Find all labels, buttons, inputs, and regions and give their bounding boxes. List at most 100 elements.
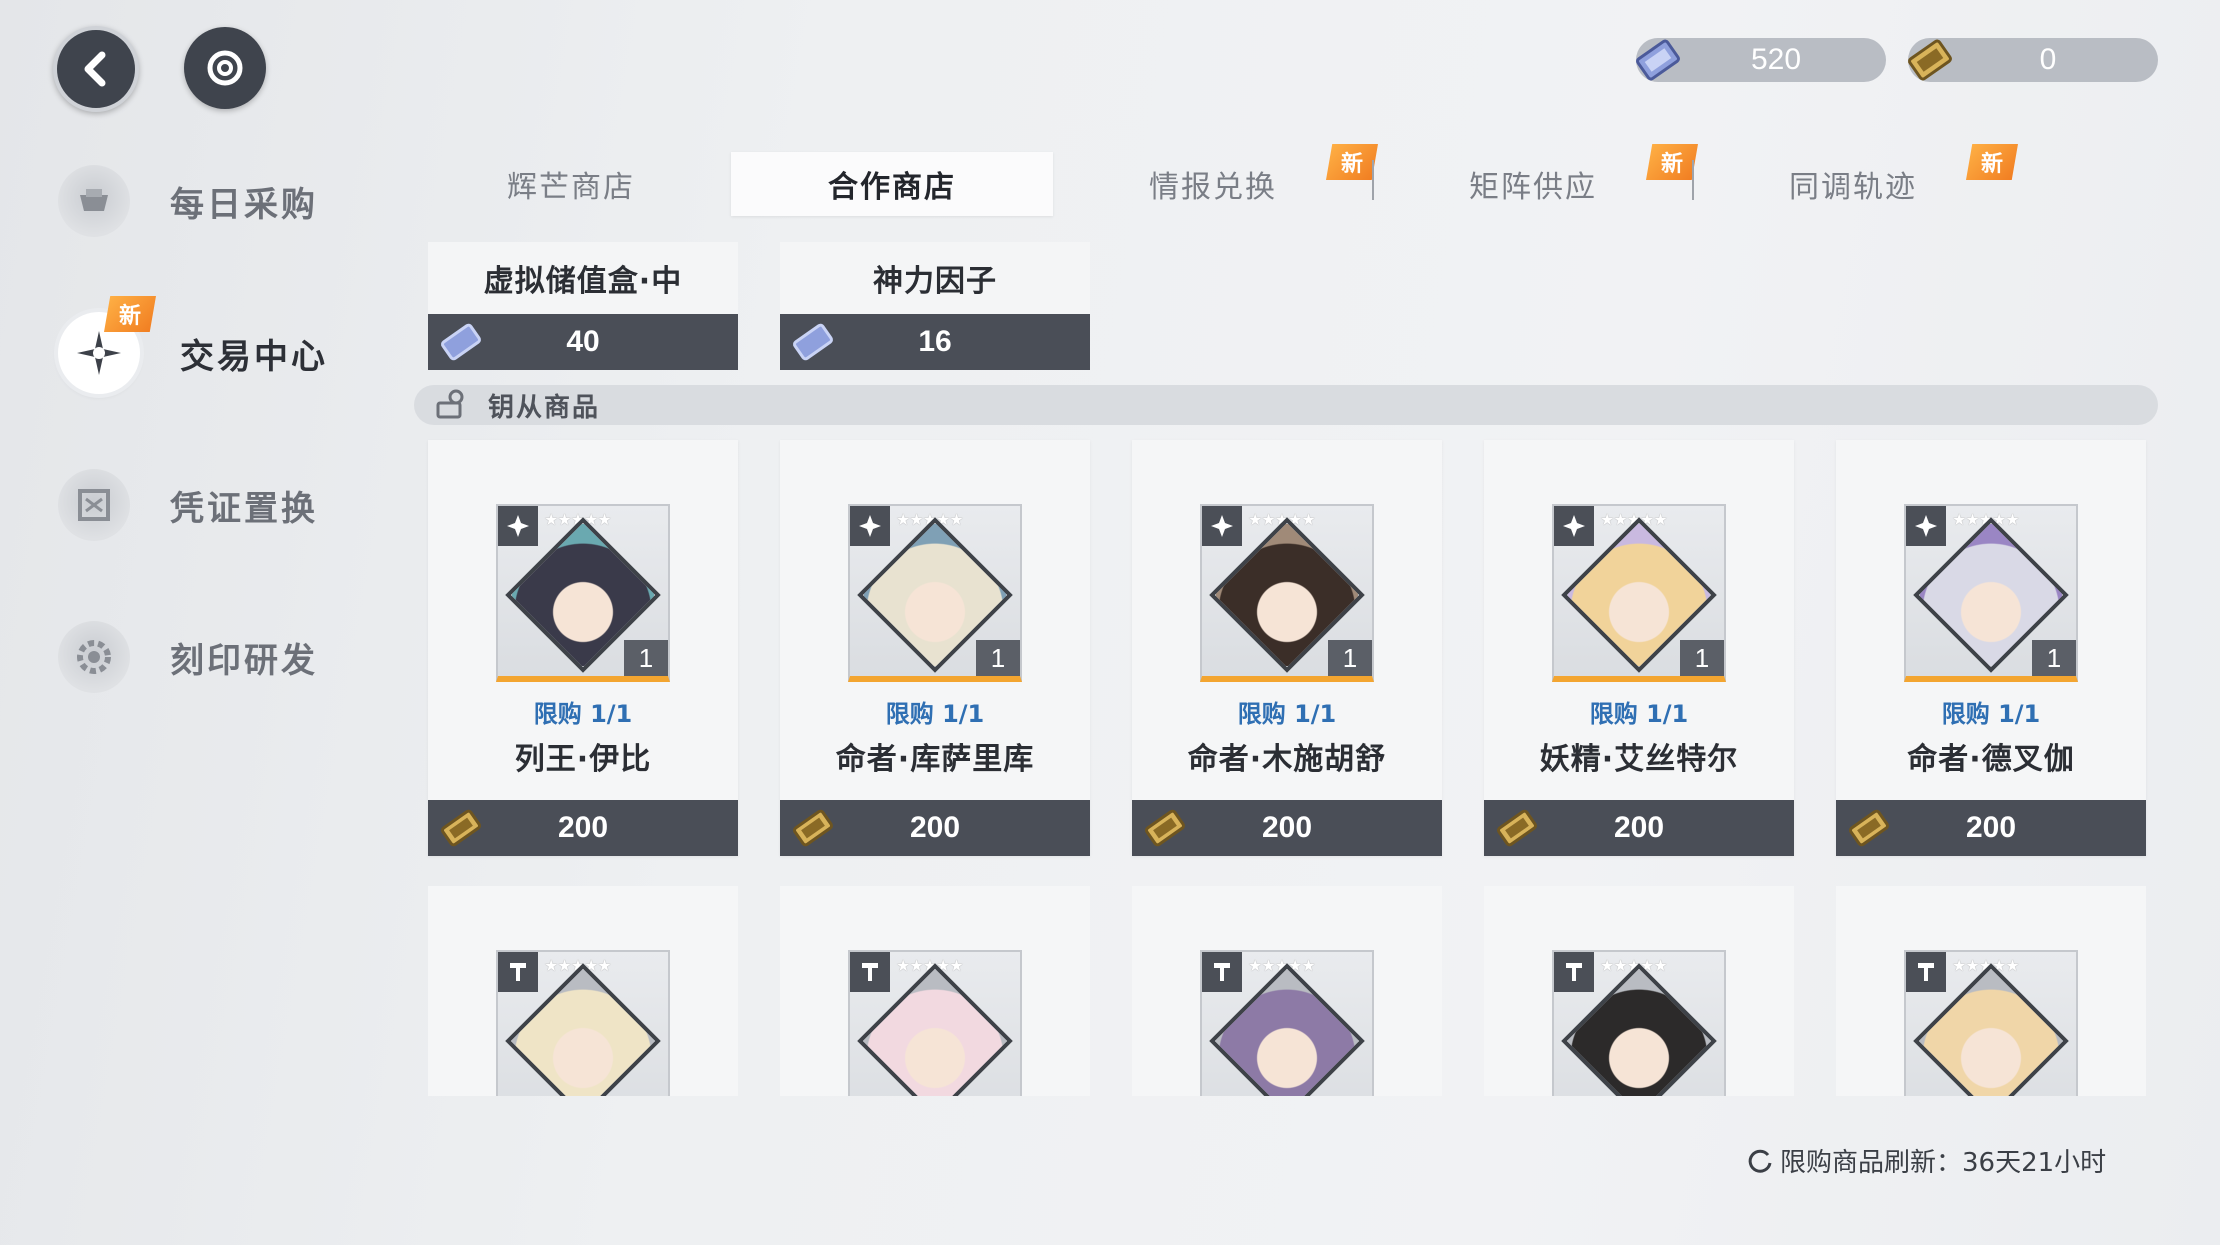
class-icon bbox=[1202, 506, 1242, 546]
ticket-icon bbox=[1908, 39, 1952, 81]
character-name: 列王·伊比 bbox=[514, 742, 652, 777]
shop-item[interactable]: 虚拟储值盒·中 40 bbox=[428, 242, 738, 370]
item-price: 200 bbox=[1261, 811, 1313, 844]
character-portrait: ★★★★★ 1 bbox=[1200, 504, 1374, 682]
currency-ticket[interactable]: 0 bbox=[1908, 38, 2158, 82]
currency-crystal[interactable]: 520 bbox=[1636, 38, 1886, 82]
item-quantity: 1 bbox=[976, 640, 1020, 676]
sidebar-item-voucher-exchange[interactable]: 凭证置换 bbox=[58, 460, 358, 550]
shop-item[interactable]: 神力因子 16 bbox=[780, 242, 1090, 370]
character-card[interactable]: ★★★★★ bbox=[1484, 886, 1794, 1096]
refresh-note-text: 限购商品刷新：36天21小时 bbox=[1780, 1148, 2107, 1178]
item-quantity: 1 bbox=[624, 640, 668, 676]
tab-sync-trajectory[interactable]: 同调轨迹 bbox=[1692, 152, 2014, 216]
sidebar-item-trade-center[interactable]: 新 交易中心 bbox=[58, 296, 358, 398]
character-portrait: ★★★★★ bbox=[1552, 950, 1726, 1096]
crystal-icon bbox=[441, 323, 481, 361]
crystal-icon bbox=[793, 323, 833, 361]
character-portrait: ★★★★★ bbox=[496, 950, 670, 1096]
gear-icon bbox=[58, 621, 130, 693]
class-icon bbox=[498, 506, 538, 546]
character-card[interactable]: ★★★★★ 1 限购 1/1 命者·库萨里库 200 bbox=[780, 440, 1090, 856]
character-portrait: ★★★★★ 1 bbox=[1904, 504, 2078, 682]
new-badge: 新 bbox=[1326, 144, 1378, 180]
currency-crystal-value: 520 bbox=[1750, 43, 1802, 76]
price-bar: 200 bbox=[780, 800, 1090, 856]
chevron-left-icon bbox=[84, 51, 106, 87]
tab-cooperation-shop[interactable]: 合作商店 bbox=[731, 152, 1053, 216]
class-icon bbox=[850, 506, 890, 546]
sidebar-item-label: 每日采购 bbox=[170, 184, 318, 225]
clock-icon bbox=[1748, 1149, 1772, 1173]
item-price: 200 bbox=[557, 811, 609, 844]
class-icon bbox=[1202, 952, 1242, 992]
tab-radiance-shop[interactable]: 辉芒商店 bbox=[410, 152, 732, 216]
cart-icon bbox=[58, 165, 130, 237]
character-name: 命者·库萨里库 bbox=[835, 742, 1035, 777]
crystal-icon bbox=[1636, 39, 1680, 81]
item-name: 虚拟储值盒·中 bbox=[428, 242, 738, 314]
class-icon bbox=[850, 952, 890, 992]
character-name: 妖精·艾丝特尔 bbox=[1539, 742, 1739, 777]
character-name: 命者·木施胡舒 bbox=[1187, 742, 1387, 777]
character-card[interactable]: ★★★★★ 1 限购 1/1 妖精·艾丝特尔 200 bbox=[1484, 440, 1794, 856]
new-badge: 新 bbox=[1966, 144, 2018, 180]
character-portrait: ★★★★★ bbox=[848, 950, 1022, 1096]
price-bar: 200 bbox=[1836, 800, 2146, 856]
character-portrait: ★★★★★ bbox=[1200, 950, 1374, 1096]
new-badge: 新 bbox=[1646, 144, 1698, 180]
ticket-icon bbox=[1849, 809, 1889, 847]
character-name: 命者·德叉伽 bbox=[1907, 742, 2075, 777]
item-price: 200 bbox=[1965, 811, 2017, 844]
price-bar: 200 bbox=[428, 800, 738, 856]
sidebar-item-daily-purchase[interactable]: 每日采购 bbox=[58, 156, 358, 246]
sidebar-item-label: 交易中心 bbox=[180, 336, 328, 377]
refresh-icon bbox=[207, 50, 243, 86]
character-portrait: ★★★★★ 1 bbox=[1552, 504, 1726, 682]
class-icon bbox=[498, 952, 538, 992]
class-icon bbox=[1554, 506, 1594, 546]
purchase-limit: 限购 1/1 bbox=[1237, 700, 1337, 728]
purchase-limit: 限购 1/1 bbox=[1941, 700, 2041, 728]
currency-ticket-value: 0 bbox=[2039, 43, 2057, 76]
voucher-icon bbox=[58, 469, 130, 541]
compass-icon: 新 bbox=[58, 296, 156, 394]
character-card[interactable]: ★★★★★ bbox=[1132, 886, 1442, 1096]
character-card[interactable]: ★★★★★ 1 限购 1/1 列王·伊比 200 bbox=[428, 440, 738, 856]
character-card[interactable]: ★★★★★ bbox=[1836, 886, 2146, 1096]
item-quantity: 1 bbox=[1680, 640, 1724, 676]
purchase-limit: 限购 1/1 bbox=[1589, 700, 1689, 728]
price-bar: 16 bbox=[780, 314, 1090, 370]
item-price: 200 bbox=[909, 811, 961, 844]
character-card[interactable]: ★★★★★ 1 限购 1/1 命者·德叉伽 200 bbox=[1836, 440, 2146, 856]
sidebar-item-engraving-research[interactable]: 刻印研发 bbox=[58, 612, 358, 702]
ticket-icon bbox=[441, 809, 481, 847]
tab-matrix-supply[interactable]: 矩阵供应 bbox=[1372, 152, 1694, 216]
section-header: 钥从商品 bbox=[414, 385, 2158, 425]
class-icon bbox=[1906, 506, 1946, 546]
item-price: 200 bbox=[1613, 811, 1665, 844]
purchase-limit: 限购 1/1 bbox=[533, 700, 633, 728]
sidebar-item-label: 凭证置换 bbox=[170, 488, 318, 529]
price-bar: 200 bbox=[1132, 800, 1442, 856]
class-icon bbox=[1554, 952, 1594, 992]
item-price: 40 bbox=[566, 325, 600, 358]
character-portrait: ★★★★★ bbox=[1904, 950, 2078, 1096]
new-badge: 新 bbox=[104, 296, 156, 332]
character-portrait: ★★★★★ 1 bbox=[496, 504, 670, 682]
tab-intel-exchange[interactable]: 情报兑换 bbox=[1052, 152, 1374, 216]
character-card[interactable]: ★★★★★ 1 限购 1/1 命者·木施胡舒 200 bbox=[1132, 440, 1442, 856]
item-price: 16 bbox=[918, 325, 952, 358]
item-quantity: 1 bbox=[1328, 640, 1372, 676]
refresh-note: 限购商品刷新：36天21小时 bbox=[1746, 1142, 2106, 1179]
price-bar: 40 bbox=[428, 314, 738, 370]
item-name: 神力因子 bbox=[780, 242, 1090, 314]
character-card[interactable]: ★★★★★ bbox=[780, 886, 1090, 1096]
refresh-button[interactable] bbox=[184, 27, 266, 109]
follower-icon bbox=[436, 389, 464, 419]
ticket-icon bbox=[1145, 809, 1185, 847]
item-quantity: 1 bbox=[2032, 640, 2076, 676]
price-bar: 200 bbox=[1484, 800, 1794, 856]
character-card[interactable]: ★★★★★ bbox=[428, 886, 738, 1096]
back-button[interactable] bbox=[53, 26, 139, 112]
